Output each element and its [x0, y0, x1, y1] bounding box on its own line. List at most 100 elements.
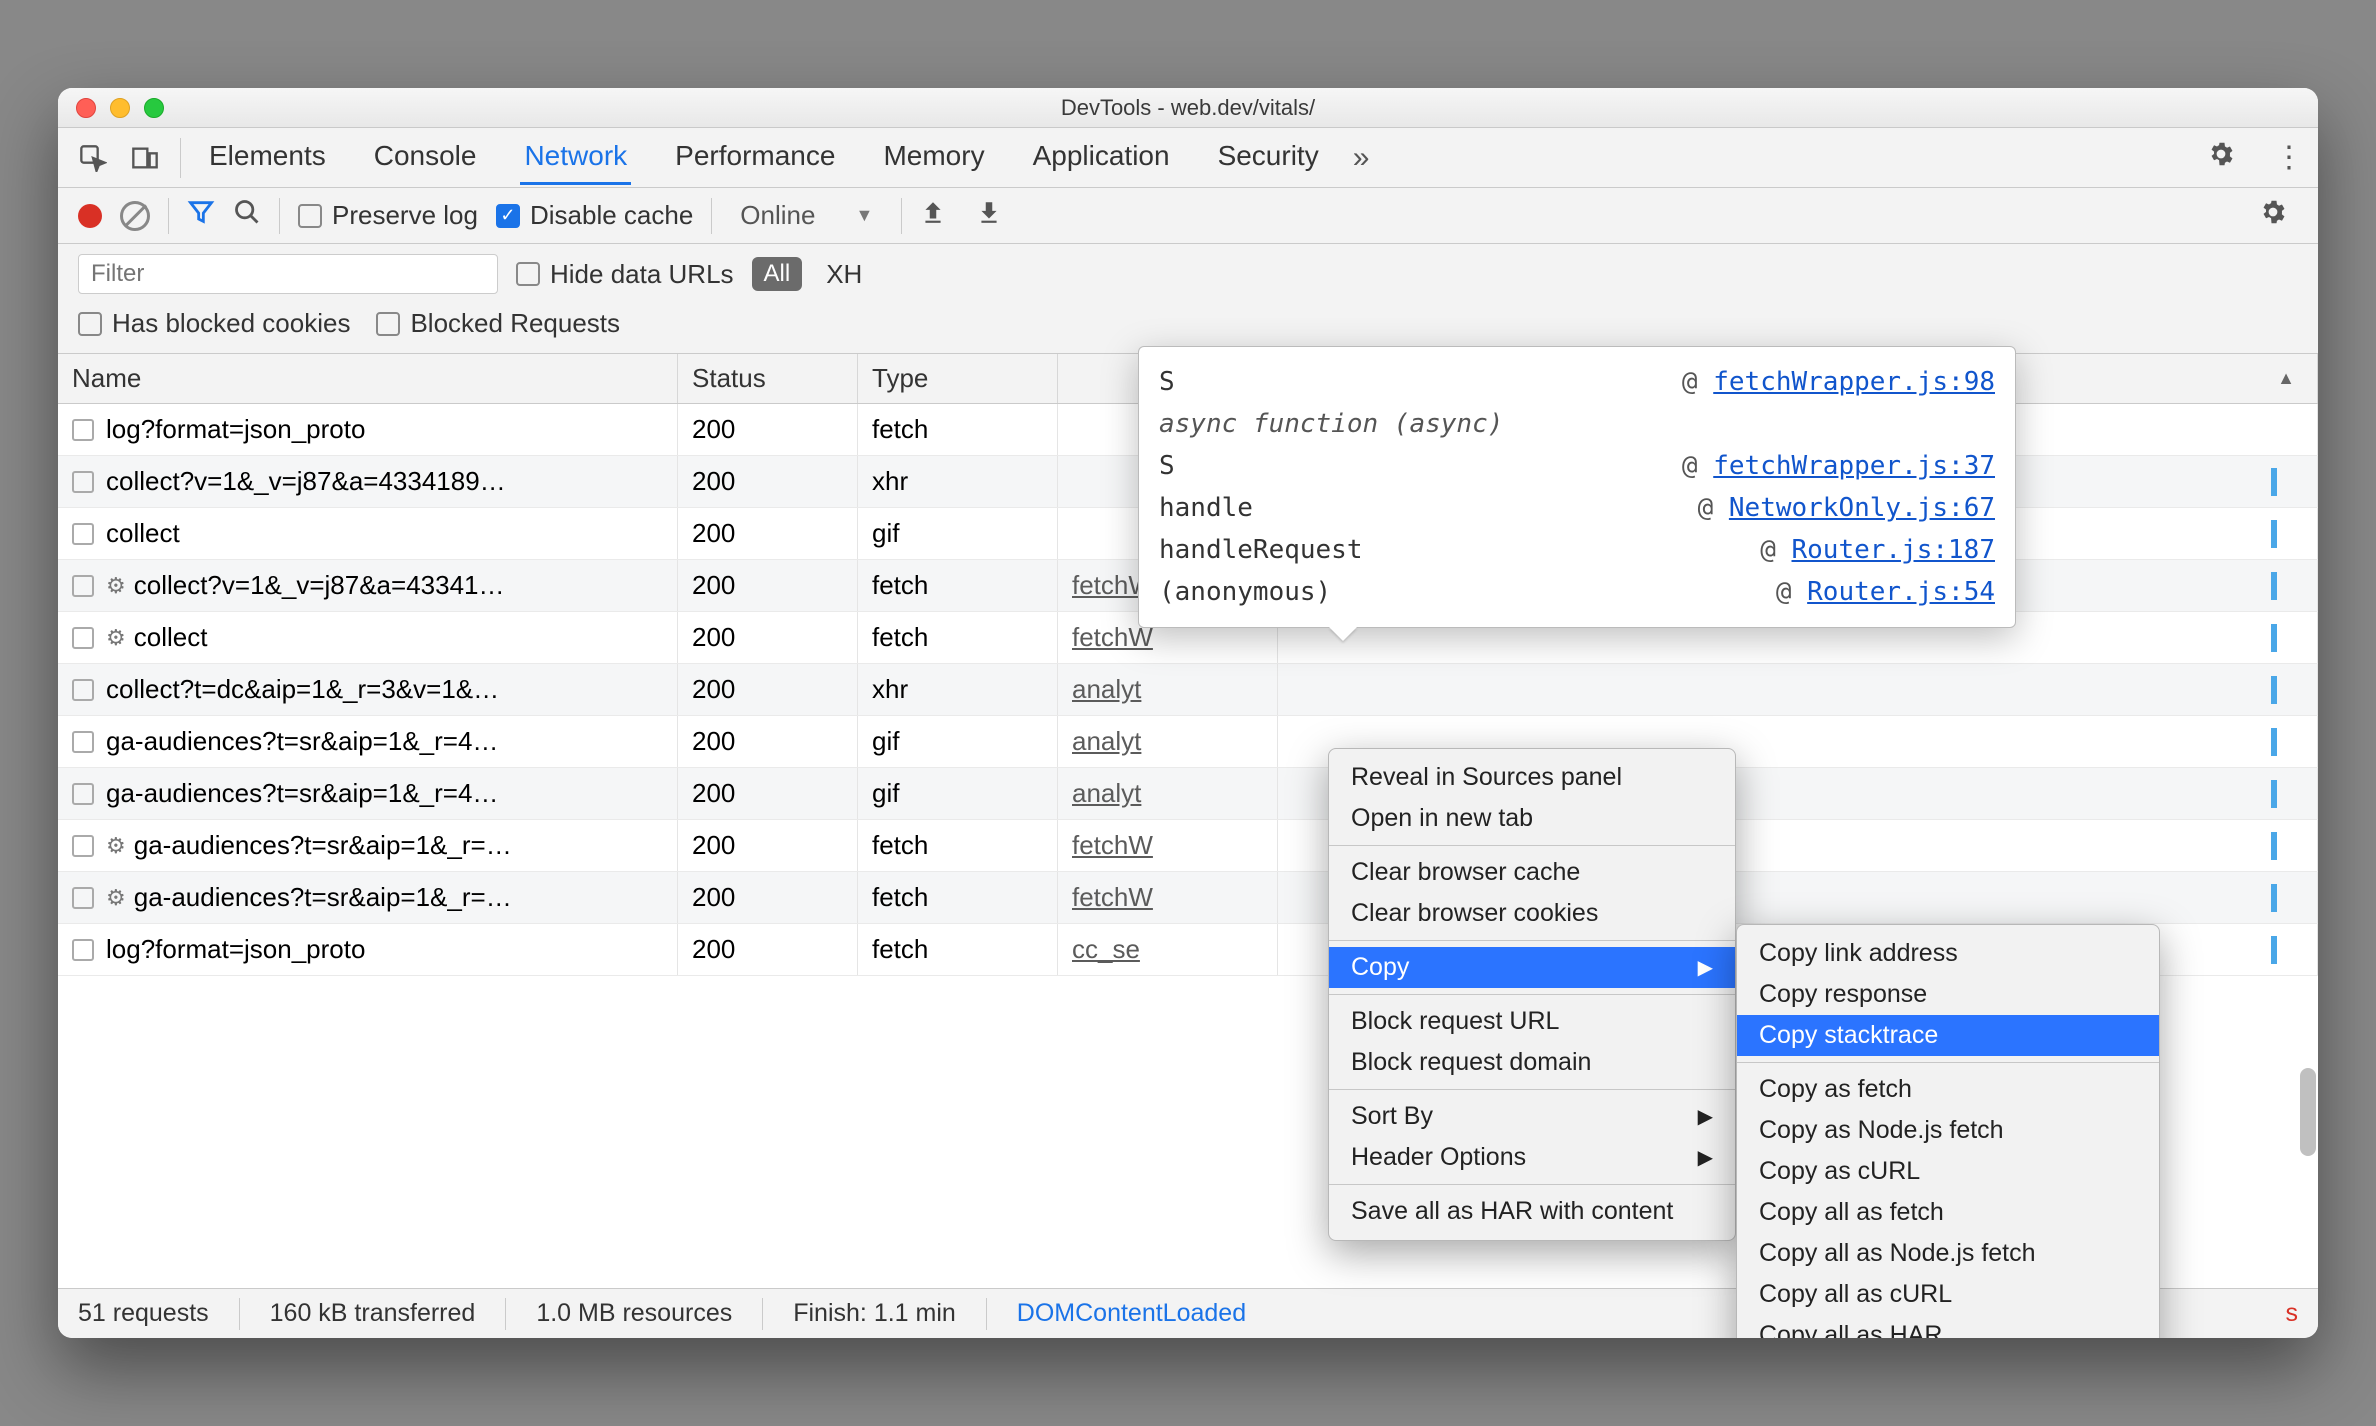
row-checkbox[interactable] [72, 731, 94, 753]
row-checkbox[interactable] [72, 887, 94, 909]
sub-copy-fetch[interactable]: Copy as fetch [1737, 1069, 2159, 1110]
clear-button[interactable] [120, 201, 150, 231]
sub-copy-all-har[interactable]: Copy all as HAR [1737, 1315, 2159, 1338]
col-type[interactable]: Type [858, 354, 1058, 403]
blocked-requests-label: Blocked Requests [410, 308, 620, 339]
initiator-link[interactable]: fetchW [1072, 830, 1153, 861]
ctx-copy[interactable]: Copy▶ [1329, 947, 1735, 988]
tab-elements[interactable]: Elements [205, 130, 330, 185]
filter-input[interactable] [78, 254, 498, 294]
download-har-icon[interactable] [976, 199, 1002, 232]
filter-all-pill[interactable]: All [752, 257, 803, 291]
type-cell: gif [858, 716, 1058, 767]
ctx-block-url[interactable]: Block request URL [1329, 1001, 1735, 1042]
status-cell: 200 [678, 456, 858, 507]
row-checkbox[interactable] [72, 835, 94, 857]
tab-memory[interactable]: Memory [879, 130, 988, 185]
more-tabs-button[interactable]: » [1353, 141, 1370, 175]
waterfall-cell [1278, 664, 2318, 715]
row-checkbox[interactable] [72, 939, 94, 961]
row-checkbox[interactable] [72, 679, 94, 701]
status-cell: 200 [678, 872, 858, 923]
status-cell: 200 [678, 924, 858, 975]
status-resources: 1.0 MB resources [536, 1299, 732, 1328]
blocked-requests-checkbox[interactable]: Blocked Requests [376, 308, 620, 339]
tab-application[interactable]: Application [1029, 130, 1174, 185]
ctx-block-domain[interactable]: Block request domain [1329, 1042, 1735, 1083]
tab-performance[interactable]: Performance [671, 130, 839, 185]
status-load: s [2286, 1299, 2299, 1328]
throttling-select[interactable]: Online ▼ [730, 200, 883, 231]
inspect-icon[interactable] [72, 137, 114, 179]
stack-frame-fn: S [1159, 451, 1175, 481]
col-status[interactable]: Status [678, 354, 858, 403]
row-checkbox[interactable] [72, 627, 94, 649]
status-cell: 200 [678, 820, 858, 871]
ctx-reveal[interactable]: Reveal in Sources panel [1329, 757, 1735, 798]
ctx-header[interactable]: Header Options▶ [1329, 1137, 1735, 1178]
tab-network[interactable]: Network [520, 130, 631, 185]
status-requests: 51 requests [78, 1299, 209, 1328]
disable-cache-checkbox[interactable]: ✓ Disable cache [496, 200, 693, 231]
tab-console[interactable]: Console [370, 130, 481, 185]
stack-frame-link[interactable]: Router.js:187 [1792, 535, 1996, 565]
record-button[interactable] [78, 204, 102, 228]
network-settings-icon[interactable] [2258, 197, 2288, 235]
settings-icon[interactable] [2206, 139, 2236, 177]
sub-copy-link[interactable]: Copy link address [1737, 933, 2159, 974]
row-checkbox[interactable] [72, 783, 94, 805]
table-row[interactable]: ⚙ga-audiences?t=sr&aip=1&_r=…200fetchfet… [58, 872, 2318, 924]
sub-copy-all-fetch[interactable]: Copy all as fetch [1737, 1192, 2159, 1233]
initiator-link[interactable]: analyt [1072, 674, 1141, 705]
service-worker-icon: ⚙ [106, 573, 126, 599]
col-name[interactable]: Name [58, 354, 678, 403]
row-checkbox[interactable] [72, 575, 94, 597]
initiator-link[interactable]: analyt [1072, 778, 1141, 809]
table-row[interactable]: ga-audiences?t=sr&aip=1&_r=4…200gifanaly… [58, 768, 2318, 820]
more-menu-icon[interactable]: ⋮ [2274, 140, 2304, 175]
device-toggle-icon[interactable] [124, 137, 166, 179]
stack-frame-link[interactable]: Router.js:54 [1807, 577, 1995, 607]
request-name: collect?v=1&_v=j87&a=4334189… [106, 466, 506, 497]
preserve-log-checkbox[interactable]: Preserve log [298, 200, 478, 231]
filter-xhr-label[interactable]: XH [826, 259, 862, 290]
status-transferred: 160 kB transferred [270, 1299, 476, 1328]
row-checkbox[interactable] [72, 471, 94, 493]
type-cell: fetch [858, 560, 1058, 611]
scrollbar-thumb[interactable] [2300, 1068, 2316, 1156]
type-cell: gif [858, 508, 1058, 559]
ctx-clear-cookies[interactable]: Clear browser cookies [1329, 893, 1735, 934]
sub-copy-all-node[interactable]: Copy all as Node.js fetch [1737, 1233, 2159, 1274]
ctx-sort[interactable]: Sort By▶ [1329, 1096, 1735, 1137]
stack-frame-link[interactable]: NetworkOnly.js:67 [1729, 493, 1995, 523]
initiator-link[interactable]: analyt [1072, 726, 1141, 757]
stack-at: @ [1776, 577, 1807, 607]
sub-copy-all-curl[interactable]: Copy all as cURL [1737, 1274, 2159, 1315]
ctx-open-tab[interactable]: Open in new tab [1329, 798, 1735, 839]
type-cell: fetch [858, 612, 1058, 663]
ctx-clear-cache[interactable]: Clear browser cache [1329, 852, 1735, 893]
sub-copy-response[interactable]: Copy response [1737, 974, 2159, 1015]
table-row[interactable]: collect?t=dc&aip=1&_r=3&v=1&…200xhranaly… [58, 664, 2318, 716]
tab-security[interactable]: Security [1214, 130, 1323, 185]
initiator-link[interactable]: fetchW [1072, 882, 1153, 913]
sub-copy-curl[interactable]: Copy as cURL [1737, 1151, 2159, 1192]
filter-icon[interactable] [187, 198, 215, 233]
initiator-link[interactable]: cc_se [1072, 934, 1140, 965]
upload-har-icon[interactable] [920, 199, 946, 232]
search-icon[interactable] [233, 198, 261, 233]
devtools-window: DevTools - web.dev/vitals/ Elements Cons… [58, 88, 2318, 1338]
has-blocked-cookies-checkbox[interactable]: Has blocked cookies [78, 308, 350, 339]
sub-copy-node-fetch[interactable]: Copy as Node.js fetch [1737, 1110, 2159, 1151]
stack-frame-link[interactable]: fetchWrapper.js:98 [1713, 367, 1995, 397]
row-checkbox[interactable] [72, 419, 94, 441]
ctx-save-har[interactable]: Save all as HAR with content [1329, 1191, 1735, 1232]
stack-frame-link[interactable]: fetchWrapper.js:37 [1713, 451, 1995, 481]
sub-copy-stacktrace[interactable]: Copy stacktrace [1737, 1015, 2159, 1056]
row-checkbox[interactable] [72, 523, 94, 545]
submenu-arrow-icon: ▶ [1698, 955, 1713, 980]
table-row[interactable]: ga-audiences?t=sr&aip=1&_r=4…200gifanaly… [58, 716, 2318, 768]
table-row[interactable]: ⚙ga-audiences?t=sr&aip=1&_r=…200fetchfet… [58, 820, 2318, 872]
hide-data-urls-checkbox[interactable]: Hide data URLs [516, 259, 734, 290]
status-cell: 200 [678, 560, 858, 611]
